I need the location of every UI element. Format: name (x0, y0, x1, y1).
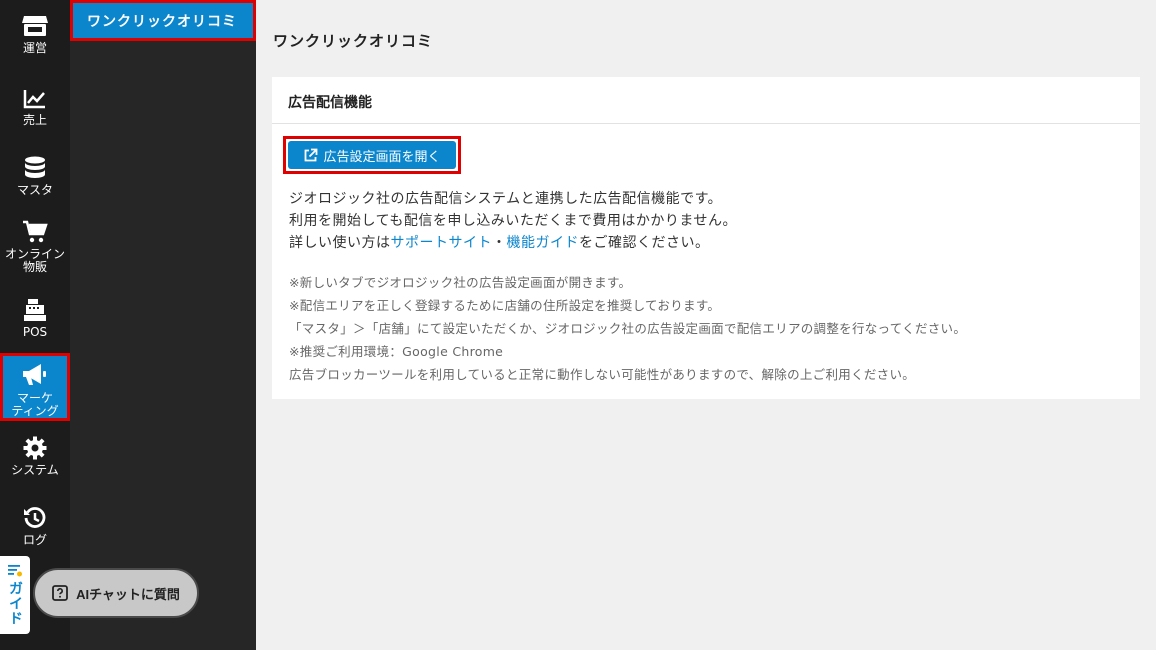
notes: ※新しいタブでジオロジック社の広告設定画面が開きます。 ※配信エリアを正しく登録… (289, 271, 966, 386)
list-icon (8, 565, 22, 577)
ai-chat-button[interactable]: AIチャットに質問 (33, 568, 199, 618)
open-button-label: 広告設定画面を開く (323, 148, 441, 164)
description: ジオロジック社の広告配信システムと連携した広告配信機能です。 利用を開始しても配… (289, 188, 737, 254)
rail-item-label: 運営 (22, 41, 47, 55)
store-icon (22, 16, 48, 36)
support-site-link[interactable]: サポートサイト (391, 235, 493, 251)
rail-item-label: POS (22, 325, 48, 339)
ad-delivery-card: 広告配信機能 広告設定画面を開く ジオロジック社の広告配信システムと連携した広告… (272, 77, 1140, 399)
description-text: をご確認ください。 (579, 235, 710, 251)
icon-rail: 運営 売上 マスタ オンライン 物販 POS マーケ ティング システム ログ (0, 0, 70, 650)
database-icon (25, 156, 45, 178)
megaphone-icon (23, 364, 46, 385)
rail-item-label: システム (11, 463, 59, 477)
gear-icon (23, 436, 47, 460)
note-line: ※推奨ご利用環境：Google Chrome (289, 344, 504, 359)
history-icon (24, 507, 46, 528)
cart-icon (23, 220, 48, 243)
rail-item-label: 売上 (22, 113, 47, 127)
link-separator: ・ (492, 235, 507, 251)
question-square-icon (52, 585, 68, 601)
rail-item-operations[interactable]: 運営 (0, 14, 70, 66)
rail-item-online-sales[interactable]: オンライン 物販 (0, 220, 70, 282)
cash-register-icon (24, 299, 46, 321)
note-line: 「マスタ」＞「店舗」にて設定いただくか、ジオロジック社の広告設定画面で配信エリア… (289, 321, 967, 336)
open-button-highlight: 広告設定画面を開く (283, 136, 461, 174)
rail-item-label: マスタ (16, 183, 53, 197)
guide-tab[interactable]: ガイド (0, 556, 30, 634)
open-ad-settings-button[interactable]: 広告設定画面を開く (288, 141, 456, 169)
description-line: ジオロジック社の広告配信システムと連携した広告配信機能です。 (289, 191, 723, 207)
page-title: ワンクリックオリコミ (273, 32, 434, 50)
rail-item-marketing[interactable]: マーケ ティング (0, 353, 70, 421)
description-line: 利用を開始しても配信を申し込みいただくまで費用はかかりません。 (289, 213, 737, 229)
ai-chat-label: AIチャットに質問 (76, 586, 180, 602)
description-text: 詳しい使い方は (289, 235, 391, 251)
description-line: 詳しい使い方はサポートサイト・機能ガイドをご確認ください。 (289, 232, 737, 254)
feature-guide-link[interactable]: 機能ガイド (507, 235, 580, 251)
rail-item-label: 物販 (22, 260, 47, 274)
rail-item-label: ログ (22, 533, 47, 547)
rail-item-label: ティング (11, 404, 59, 418)
note-line: ※新しいタブでジオロジック社の広告設定画面が開きます。 (289, 275, 632, 290)
rail-item-sales[interactable]: 売上 (0, 88, 70, 136)
note-line: 広告ブロッカーツールを利用していると正常に動作しない可能性がありますので、解除の… (289, 367, 916, 382)
external-link-icon (305, 148, 318, 161)
rail-item-master[interactable]: マスタ (0, 156, 70, 206)
submenu-panel: ワンクリックオリコミ (70, 0, 256, 650)
note-line: ※配信エリアを正しく登録するために店舗の住所設定を推奨しております。 (289, 298, 721, 313)
chart-line-icon (23, 90, 45, 109)
guide-tab-label: ガイド (7, 581, 23, 626)
rail-item-system[interactable]: システム (0, 436, 70, 486)
rail-item-log[interactable]: ログ (0, 506, 70, 556)
card-header: 広告配信機能 (272, 77, 1140, 124)
submenu-item-one-click-orikomi[interactable]: ワンクリックオリコミ (70, 0, 256, 41)
rail-item-pos[interactable]: POS (0, 298, 70, 344)
